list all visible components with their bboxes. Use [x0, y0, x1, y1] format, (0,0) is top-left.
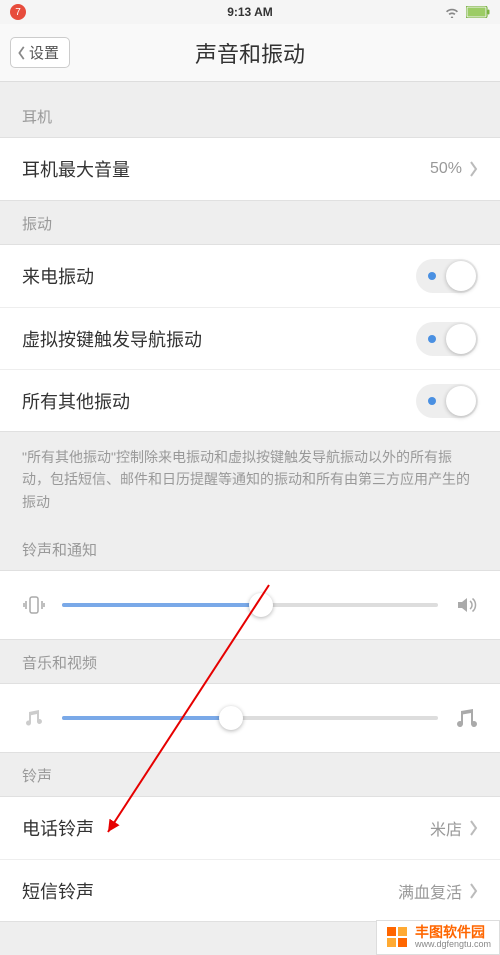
watermark-logo-icon: [385, 925, 409, 949]
row-value: 50%: [430, 160, 462, 178]
group-ringtone: 电话铃声 米店 短信铃声 满血复活: [0, 796, 500, 922]
watermark-url: www.dgfengtu.com: [415, 940, 491, 950]
slider-fill: [62, 603, 261, 607]
row-label: 耳机最大音量: [22, 156, 430, 182]
vibrate-note: "所有其他振动"控制除来电振动和虚拟按键触发导航振动以外的所有振动，包括短信、邮…: [0, 432, 500, 527]
section-header-headphone: 耳机: [0, 94, 500, 137]
wifi-icon: [444, 6, 460, 18]
group-vibrate: 来电振动 虚拟按键触发导航振动 所有其他振动: [0, 244, 500, 432]
row-phone-ringtone[interactable]: 电话铃声 米店: [0, 797, 500, 859]
battery-icon: [466, 6, 490, 18]
toggle-incoming-vibrate[interactable]: [416, 259, 478, 293]
content: 耳机 耳机最大音量 50% 振动 来电振动 虚拟按键触发导航振动 所有其他振动 …: [0, 82, 500, 922]
row-label: 电话铃声: [22, 815, 430, 841]
music-note-icon: [454, 706, 478, 730]
row-value: 米店: [430, 816, 462, 840]
chevron-right-icon: [468, 820, 478, 836]
section-header-ring-notify: 铃声和通知: [0, 527, 500, 570]
row-value: 满血复活: [398, 879, 462, 903]
music-note-small-icon: [22, 706, 46, 730]
slider-fill: [62, 716, 231, 720]
toggle-other-vibrate[interactable]: [416, 384, 478, 418]
slider-thumb[interactable]: [249, 593, 273, 617]
status-bar: 7 9:13 AM: [0, 0, 500, 24]
toggle-virtualkey-vibrate[interactable]: [416, 322, 478, 356]
row-other-vibrate: 所有其他振动: [0, 369, 500, 431]
notification-badge: 7: [10, 4, 26, 20]
nav-bar: 设置 声音和振动: [0, 24, 500, 82]
group-ring-notify: [0, 570, 500, 640]
vibrate-icon: [22, 593, 46, 617]
status-right: [444, 6, 490, 18]
volume-icon: [454, 593, 478, 617]
group-headphone: 耳机最大音量 50%: [0, 137, 500, 201]
back-label: 设置: [29, 42, 59, 63]
slider-media[interactable]: [62, 716, 438, 720]
row-label: 虚拟按键触发导航振动: [22, 326, 416, 352]
chevron-right-icon: [468, 883, 478, 899]
watermark: 丰图软件园 www.dgfengtu.com: [376, 920, 500, 955]
group-media: [0, 683, 500, 753]
chevron-right-icon: [468, 161, 478, 177]
back-button[interactable]: 设置: [10, 37, 70, 68]
status-left: 7: [10, 4, 26, 20]
slider-ring-notify[interactable]: [62, 603, 438, 607]
section-header-vibrate: 振动: [0, 201, 500, 244]
row-virtualkey-vibrate: 虚拟按键触发导航振动: [0, 307, 500, 369]
section-header-media: 音乐和视频: [0, 640, 500, 683]
row-label: 所有其他振动: [22, 388, 416, 414]
row-label: 来电振动: [22, 263, 416, 289]
row-label: 短信铃声: [22, 878, 398, 904]
row-headphone-max-volume[interactable]: 耳机最大音量 50%: [0, 138, 500, 200]
section-header-ringtone: 铃声: [0, 753, 500, 796]
row-sms-ringtone[interactable]: 短信铃声 满血复活: [0, 859, 500, 921]
slider-thumb[interactable]: [219, 706, 243, 730]
page-title: 声音和振动: [195, 37, 305, 69]
row-incoming-vibrate: 来电振动: [0, 245, 500, 307]
status-time: 9:13 AM: [227, 5, 273, 19]
watermark-name: 丰图软件园: [415, 925, 491, 940]
